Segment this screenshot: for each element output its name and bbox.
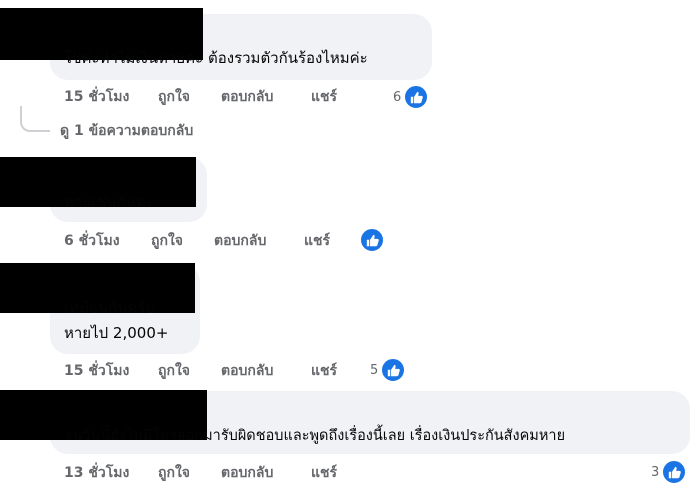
comment-meta: 6 ชั่วโมง ถูกใจ ตอบกลับ แชร์ [64, 232, 364, 250]
reaction-number: 5 [370, 362, 379, 378]
comment-text: หายเช่นกันค่ะ [64, 193, 155, 211]
thumbs-up-icon [359, 227, 385, 253]
share-button[interactable]: แชร์ [311, 464, 337, 482]
reply-button[interactable]: ตอบกลับ [221, 88, 273, 106]
reply-button[interactable]: ตอบกลับ [221, 464, 273, 482]
comment-text: ใช่ค่ะทำไมเงินหายค่ะ ต้องรวมตัวกันร้องไห… [64, 49, 368, 67]
comment-text: จนวันนี้ยังไม่มีใครออกมารับผิดชอบและพูดถ… [64, 428, 566, 444]
like-button[interactable]: ถูกใจ [158, 464, 190, 482]
view-replies-link[interactable]: ดู 1 ข้อความตอบกลับ [60, 122, 193, 140]
comment-timestamp[interactable]: 6 ชั่วโมง [64, 232, 120, 250]
reply-button[interactable]: ตอบกลับ [214, 232, 266, 250]
reaction-count[interactable]: 6 [393, 84, 430, 110]
share-button[interactable]: แชร์ [311, 362, 337, 380]
thumbs-up-icon [403, 84, 430, 110]
share-button[interactable]: แชร์ [311, 88, 337, 106]
reaction-count[interactable]: 3 [651, 459, 688, 485]
reaction-count[interactable] [357, 227, 385, 253]
reply-button[interactable]: ตอบกลับ [221, 362, 273, 380]
comment-text-line: หายไป 2,000+ [64, 324, 169, 342]
reaction-number: 3 [651, 464, 660, 480]
comment-meta: 15 ชั่วโมง ถูกใจ ตอบกลับ แชร์ [64, 362, 364, 380]
like-button[interactable]: ถูกใจ [158, 362, 190, 380]
thumbs-up-icon [661, 459, 688, 485]
share-button[interactable]: แชร์ [304, 232, 330, 250]
like-button[interactable]: ถูกใจ [158, 88, 190, 106]
reaction-count[interactable]: 5 [370, 357, 407, 383]
comment-timestamp[interactable]: 15 ชั่วโมง [64, 88, 129, 106]
comment-meta: 13 ชั่วโมง ถูกใจ ตอบกลับ แชร์ [64, 464, 364, 482]
comment-timestamp[interactable]: 13 ชั่วโมง [64, 464, 129, 482]
reply-thread-line [20, 106, 50, 132]
comment-timestamp[interactable]: 15 ชั่วโมง [64, 362, 129, 380]
reaction-number: 6 [393, 89, 402, 105]
comment-text-line: เหมือนกันครับ [64, 299, 156, 317]
like-button[interactable]: ถูกใจ [151, 232, 183, 250]
comment-meta: 15 ชั่วโมง ถูกใจ ตอบกลับ แชร์ [64, 88, 364, 106]
thumbs-up-icon [380, 357, 407, 383]
